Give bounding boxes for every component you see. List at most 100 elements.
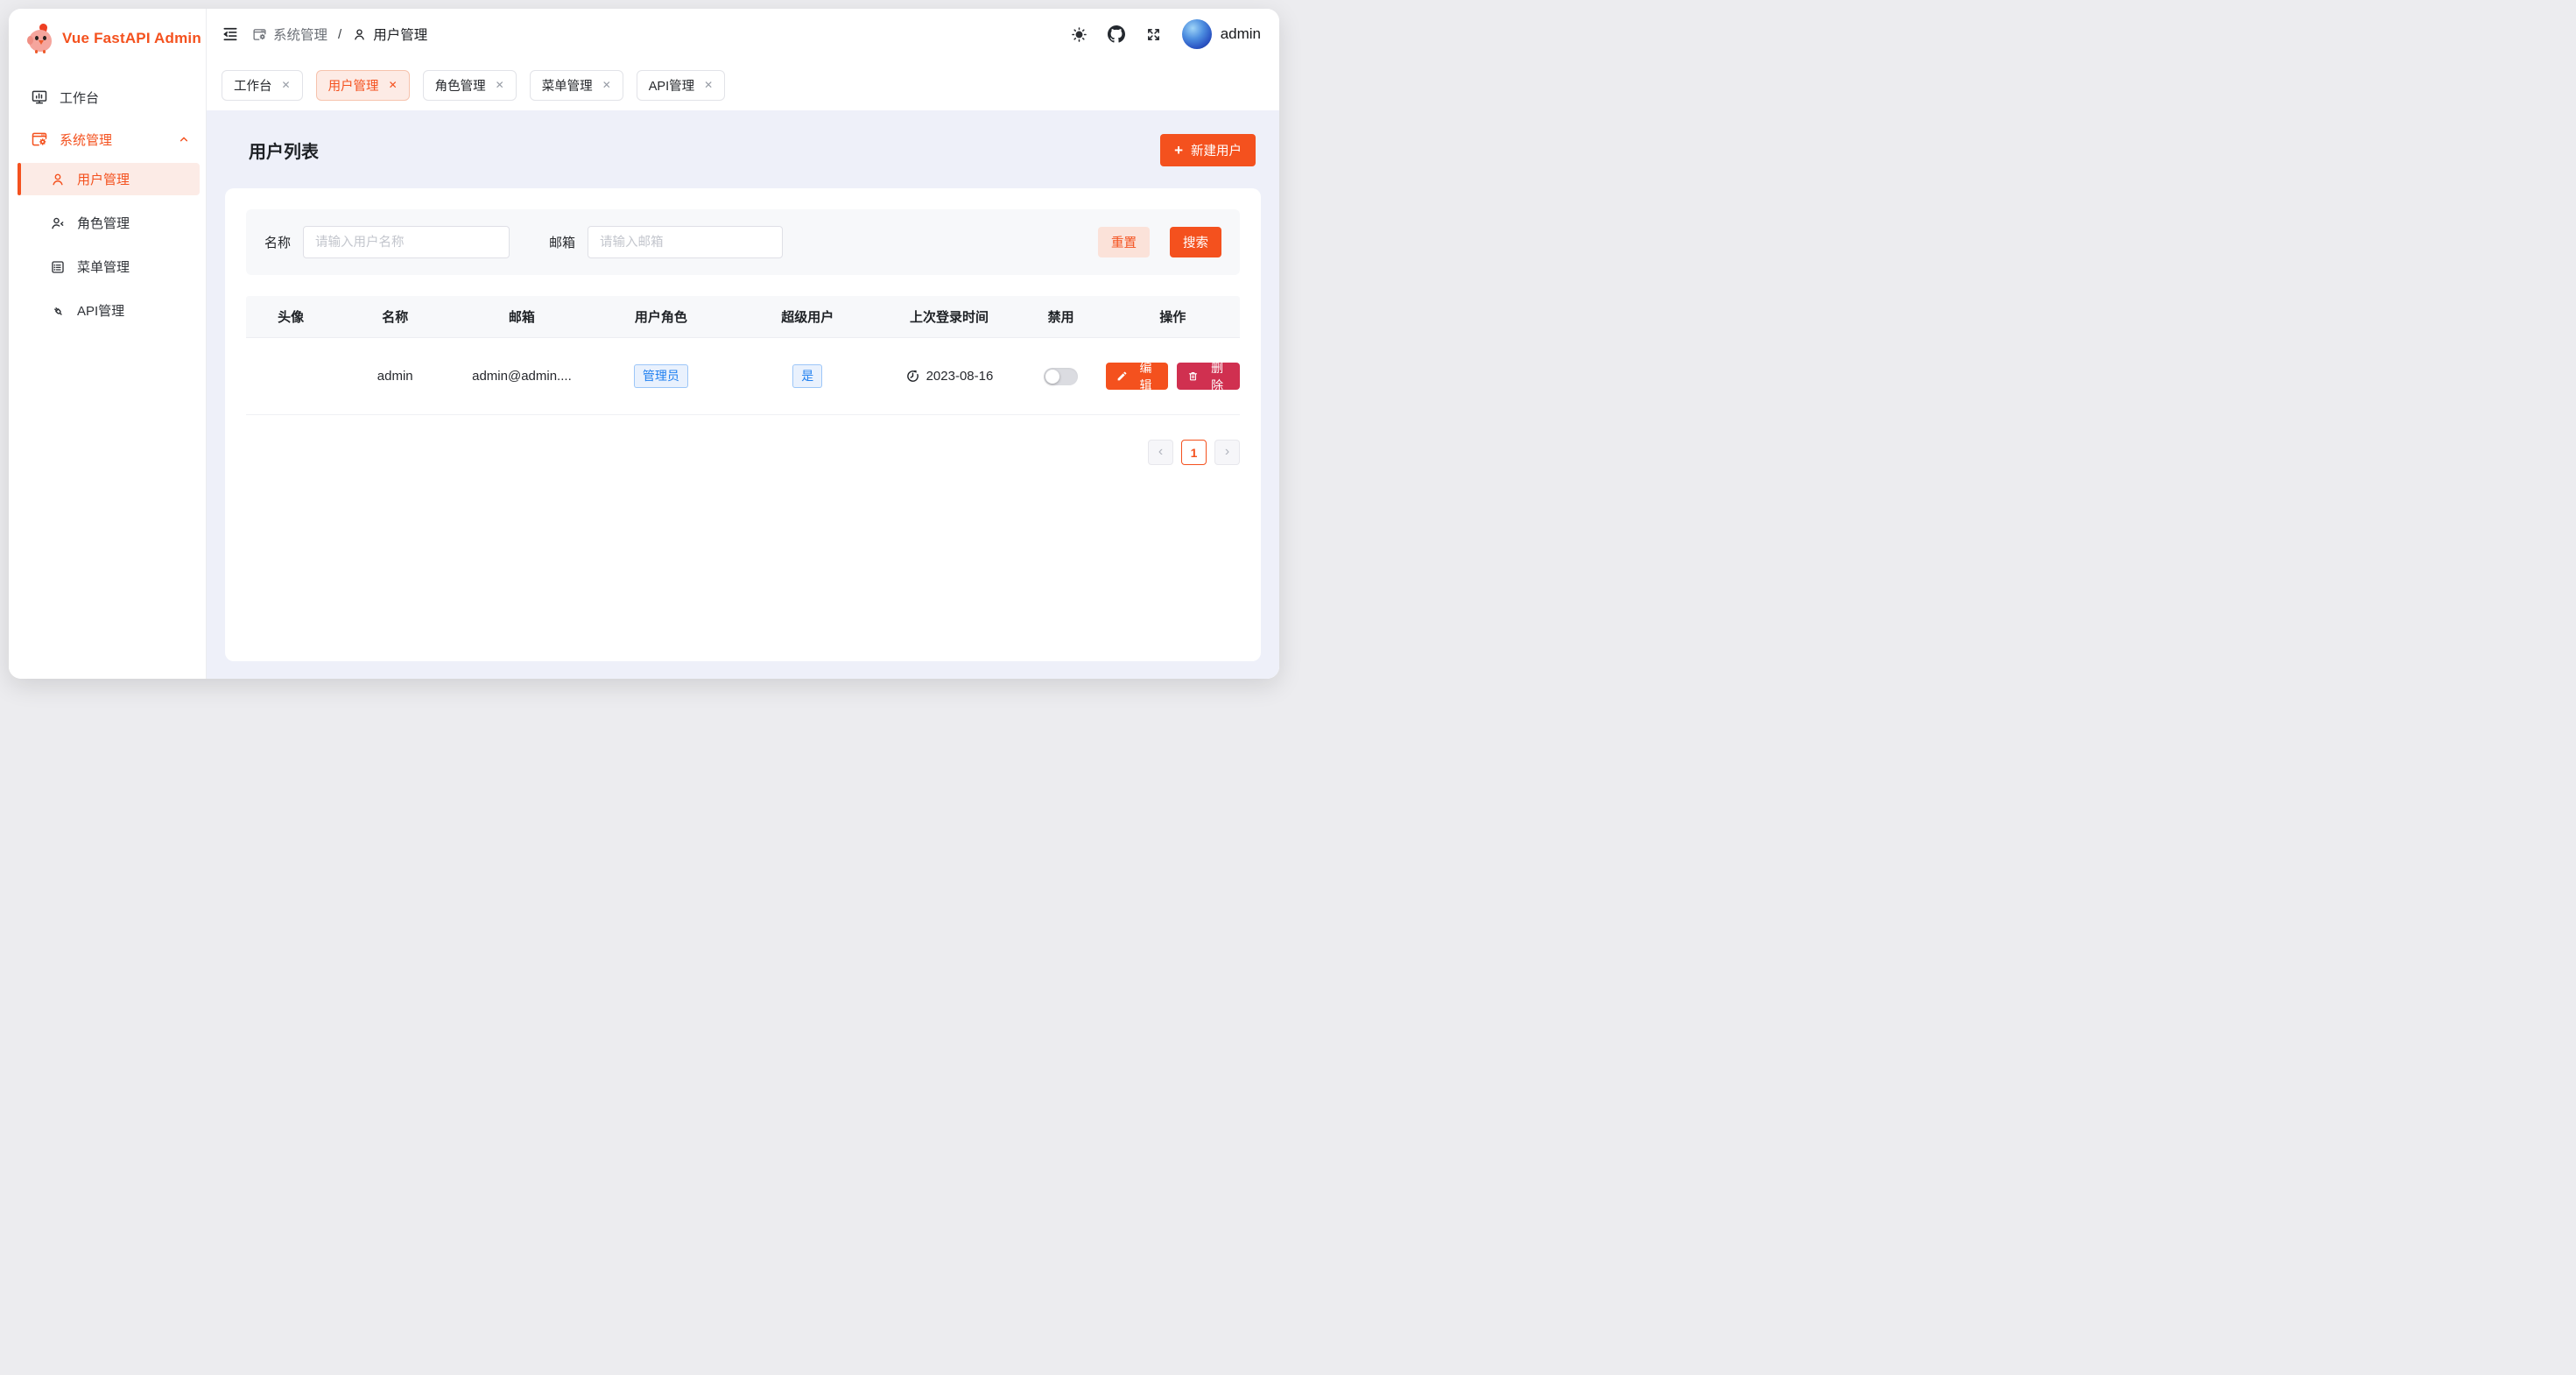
username: admin (1221, 25, 1261, 43)
create-user-button[interactable]: + 新建用户 (1160, 134, 1256, 166)
user-table: 头像 名称 邮箱 用户角色 超级用户 上次登录时间 禁用 操作 admin ad… (246, 296, 1240, 415)
breadcrumb-system-management[interactable]: 系统管理 (252, 25, 327, 44)
system-window-gear-icon (31, 130, 48, 148)
role-user-icon (50, 215, 66, 231)
create-user-label: 新建用户 (1191, 141, 1242, 159)
sidebar-item-label: 角色管理 (77, 214, 130, 232)
user-list-card: 名称 邮箱 重置 搜索 头像 名称 (225, 188, 1261, 661)
pagination-prev-button[interactable]: ‹ (1148, 440, 1173, 465)
topbar: 系统管理 / 用户管理 (207, 9, 1279, 60)
plug-icon (50, 303, 66, 319)
sidebar-collapse-button[interactable] (222, 25, 239, 43)
edit-label: 编辑 (1134, 359, 1158, 394)
sidebar-item-role-management[interactable]: 角色管理 (18, 207, 200, 239)
role-cell: 管理员 (589, 364, 734, 387)
superuser-tag: 是 (792, 364, 822, 387)
sidebar-item-api-management[interactable]: API管理 (18, 294, 200, 327)
name-filter-input[interactable] (303, 226, 510, 258)
email-cell: admin@admin.... (454, 369, 588, 384)
page-title: 用户列表 (249, 138, 319, 163)
chick-logo-icon (27, 24, 53, 53)
close-icon[interactable]: ✕ (389, 80, 398, 90)
superuser-cell: 是 (733, 364, 882, 387)
app-logo[interactable]: Vue FastAPI Admin (9, 9, 206, 65)
edit-button[interactable]: 编辑 (1106, 363, 1169, 390)
col-disabled: 禁用 (1017, 307, 1106, 326)
breadcrumb-label: 系统管理 (273, 25, 327, 44)
col-avatar: 头像 (246, 307, 335, 326)
col-email: 邮箱 (454, 307, 588, 326)
tabbar: 工作台 ✕ 用户管理 ✕ 角色管理 ✕ 菜单管理 ✕ API管理 ✕ (207, 60, 1279, 110)
fullscreen-icon[interactable] (1145, 26, 1162, 43)
system-window-gear-icon (252, 27, 267, 42)
col-actions: 操作 (1106, 307, 1240, 326)
tab-label: 工作台 (234, 76, 272, 95)
user-avatar[interactable] (1182, 19, 1212, 49)
history-clock-icon (905, 369, 920, 384)
sidebar: Vue FastAPI Admin 工作台 (9, 9, 207, 679)
sidebar-item-menu-management[interactable]: 菜单管理 (18, 250, 200, 283)
breadcrumb: 系统管理 / 用户管理 (252, 25, 427, 44)
close-icon[interactable]: ✕ (496, 80, 504, 90)
tab-api-management[interactable]: API管理 ✕ (637, 70, 725, 101)
name-filter-label: 名称 (264, 233, 291, 251)
github-icon[interactable] (1108, 25, 1125, 43)
col-last-login: 上次登录时间 (882, 307, 1016, 326)
sidebar-item-label: 工作台 (60, 88, 99, 107)
disabled-cell (1017, 368, 1106, 385)
close-icon[interactable]: ✕ (602, 80, 611, 90)
delete-button[interactable]: 删除 (1177, 363, 1240, 390)
sidebar-item-label: 菜单管理 (77, 257, 130, 276)
name-cell: admin (335, 369, 454, 384)
filter-actions: 重置 搜索 (1098, 227, 1221, 257)
plus-icon: + (1174, 143, 1183, 158)
sidebar-item-user-management[interactable]: 用户管理 (18, 163, 200, 195)
tab-label: 菜单管理 (542, 76, 593, 95)
app-window: Vue FastAPI Admin 工作台 (9, 9, 1279, 679)
email-filter-group: 邮箱 (549, 226, 783, 258)
sidebar-menu: 工作台 系统管理 (9, 65, 206, 338)
tab-label: 用户管理 (328, 76, 379, 95)
tab-label: 角色管理 (435, 76, 486, 95)
tab-workbench[interactable]: 工作台 ✕ (222, 70, 303, 101)
breadcrumb-user-management[interactable]: 用户管理 (352, 25, 427, 44)
user-menu[interactable]: admin (1182, 19, 1261, 49)
sidebar-item-workbench[interactable]: 工作台 (18, 79, 200, 116)
breadcrumb-separator: / (335, 27, 344, 42)
col-name: 名称 (335, 307, 454, 326)
sidebar-item-label: 系统管理 (60, 130, 112, 149)
reset-button[interactable]: 重置 (1098, 227, 1150, 257)
table-row: admin admin@admin.... 管理员 是 (246, 338, 1240, 415)
close-icon[interactable]: ✕ (282, 80, 291, 90)
col-role: 用户角色 (589, 307, 734, 326)
row-actions: 编辑 (1106, 363, 1240, 390)
sidebar-item-system-management[interactable]: 系统管理 (18, 121, 200, 158)
col-superuser: 超级用户 (733, 307, 882, 326)
role-tag: 管理员 (634, 364, 688, 387)
app-title: Vue FastAPI Admin (62, 30, 201, 47)
sidebar-item-label: API管理 (77, 301, 124, 320)
disabled-toggle[interactable] (1044, 368, 1078, 385)
pagination-page-1-button[interactable]: 1 (1181, 440, 1207, 465)
tab-menu-management[interactable]: 菜单管理 ✕ (530, 70, 623, 101)
toggle-knob (1045, 370, 1059, 384)
user-icon (50, 172, 66, 187)
sidebar-item-label: 用户管理 (77, 170, 130, 188)
tab-user-management[interactable]: 用户管理 ✕ (316, 70, 410, 101)
pagination-next-button[interactable]: › (1214, 440, 1240, 465)
search-button[interactable]: 搜索 (1170, 227, 1221, 257)
monitor-icon (31, 88, 48, 106)
name-filter-group: 名称 (264, 226, 510, 258)
theme-toggle-sun-icon[interactable] (1071, 26, 1087, 43)
delete-label: 删除 (1205, 359, 1229, 394)
email-filter-input[interactable] (588, 226, 783, 258)
tab-role-management[interactable]: 角色管理 ✕ (423, 70, 517, 101)
title-row: 用户列表 + 新建用户 (225, 110, 1261, 188)
trash-icon (1187, 370, 1199, 382)
breadcrumb-label: 用户管理 (373, 25, 427, 44)
close-icon[interactable]: ✕ (704, 80, 713, 90)
pagination: ‹ 1 › (246, 440, 1240, 465)
pencil-icon (1116, 370, 1128, 382)
topbar-actions: admin (1071, 19, 1261, 49)
filter-panel: 名称 邮箱 重置 搜索 (246, 209, 1240, 275)
